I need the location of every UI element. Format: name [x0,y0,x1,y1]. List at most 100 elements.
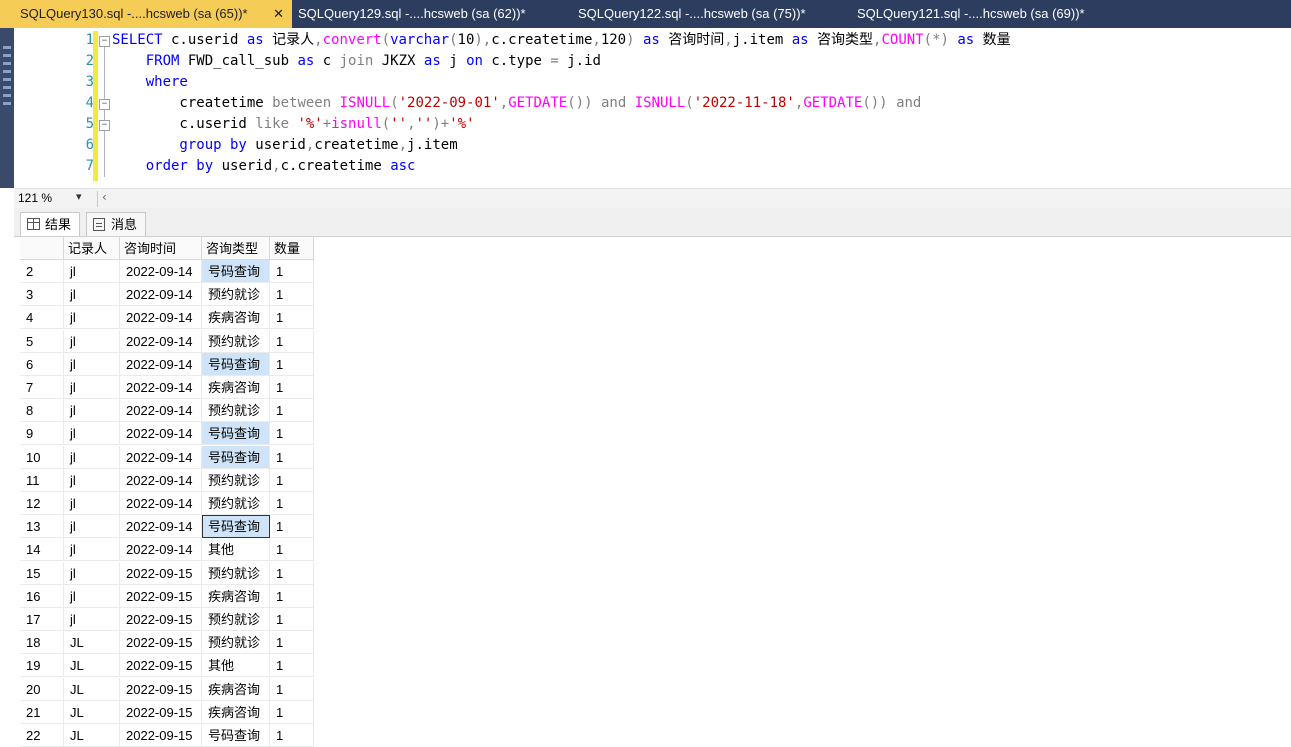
table-row[interactable]: 12 jl 2022-09-14 预约就诊 1 [20,492,314,515]
type-cell[interactable]: 其他 [202,654,270,678]
tab-sqlquery121[interactable]: SQLQuery121.sql -....hcsweb (sa (69))* [857,0,1127,28]
time-cell[interactable]: 2022-09-15 [120,700,202,724]
count-cell[interactable]: 1 [270,352,314,376]
table-row[interactable]: 20 JL 2022-09-15 疾病咨询 1 [20,677,314,701]
table-row[interactable]: 13 jl 2022-09-14 号码查询 1 [20,515,314,539]
code-line[interactable]: where [112,72,188,93]
time-cell[interactable]: 2022-09-14 [120,422,202,446]
count-cell[interactable]: 1 [270,515,314,539]
table-row[interactable]: 9 jl 2022-09-14 号码查询 1 [20,422,314,446]
type-cell[interactable]: 预约就诊 [202,631,270,655]
time-cell[interactable]: 2022-09-14 [120,260,202,283]
collapse-icon[interactable]: − [99,120,110,131]
row-number-cell[interactable]: 11 [20,468,64,492]
time-cell[interactable]: 2022-09-14 [120,399,202,423]
row-number-cell[interactable]: 17 [20,608,64,631]
table-row[interactable]: 2 jl 2022-09-14 号码查询 1 [20,260,314,283]
row-number-cell[interactable]: 5 [20,329,64,353]
grid-header-count[interactable]: 数量 [270,237,314,260]
type-cell[interactable]: 预约就诊 [202,283,270,307]
row-number-cell[interactable]: 13 [20,515,64,539]
tab-results[interactable]: 结果 [20,212,81,236]
time-cell[interactable]: 2022-09-14 [120,306,202,330]
count-cell[interactable]: 1 [270,445,314,469]
time-cell[interactable]: 2022-09-14 [120,538,202,562]
time-cell[interactable]: 2022-09-14 [120,376,202,399]
table-row[interactable]: 3 jl 2022-09-14 预约就诊 1 [20,283,314,307]
time-cell[interactable]: 2022-09-15 [120,584,202,608]
row-number-cell[interactable]: 21 [20,700,64,724]
type-cell[interactable]: 疾病咨询 [202,376,270,399]
close-icon[interactable]: ✕ [273,0,284,28]
collapse-icon[interactable]: − [99,36,110,47]
row-number-cell[interactable]: 6 [20,352,64,376]
count-cell[interactable]: 1 [270,700,314,724]
table-row[interactable]: 4 jl 2022-09-14 疾病咨询 1 [20,306,314,330]
code-line[interactable]: group by userid,createtime,j.item [112,135,457,156]
type-cell[interactable]: 疾病咨询 [202,584,270,608]
row-number-cell[interactable]: 15 [20,561,64,585]
row-number-cell[interactable]: 20 [20,677,64,701]
code-line[interactable]: SELECT c.userid as 记录人,convert(varchar(1… [112,30,1011,51]
row-number-cell[interactable]: 16 [20,584,64,608]
time-cell[interactable]: 2022-09-14 [120,283,202,307]
time-cell[interactable]: 2022-09-15 [120,608,202,631]
count-cell[interactable]: 1 [270,492,314,515]
time-cell[interactable]: 2022-09-14 [120,329,202,353]
type-cell[interactable]: 预约就诊 [202,399,270,423]
tab-sqlquery130[interactable]: SQLQuery130.sql -....hcsweb (sa (65))* ✕ [0,0,292,28]
table-row[interactable]: 22 JL 2022-09-15 号码查询 1 [20,724,314,747]
type-cell[interactable]: 预约就诊 [202,329,270,353]
code-line[interactable]: c.userid like '%'+isnull('','')+'%' [112,114,474,135]
recorder-cell[interactable]: jl [64,584,120,608]
recorder-cell[interactable]: JL [64,700,120,724]
table-row[interactable]: 6 jl 2022-09-14 号码查询 1 [20,352,314,376]
row-number-cell[interactable]: 8 [20,399,64,423]
row-number-cell[interactable]: 4 [20,306,64,330]
row-number-cell[interactable]: 14 [20,538,64,562]
count-cell[interactable]: 1 [270,260,314,283]
time-cell[interactable]: 2022-09-14 [120,492,202,515]
type-cell[interactable]: 预约就诊 [202,608,270,631]
table-row[interactable]: 21 JL 2022-09-15 疾病咨询 1 [20,700,314,724]
count-cell[interactable]: 1 [270,376,314,399]
count-cell[interactable]: 1 [270,399,314,423]
type-cell[interactable]: 号码查询 [202,260,270,283]
table-row[interactable]: 11 jl 2022-09-14 预约就诊 1 [20,468,314,492]
type-cell[interactable]: 预约就诊 [202,561,270,585]
recorder-cell[interactable]: jl [64,492,120,515]
recorder-cell[interactable]: jl [64,515,120,539]
tab-sqlquery129[interactable]: SQLQuery129.sql -....hcsweb (sa (62))* [298,0,568,28]
recorder-cell[interactable]: jl [64,376,120,399]
table-row[interactable]: 8 jl 2022-09-14 预约就诊 1 [20,399,314,423]
recorder-cell[interactable]: jl [64,260,120,283]
query-editor[interactable]: 1 2 3 4 5 6 7 − − − SELECT c.userid as 记… [14,28,1291,188]
row-number-cell[interactable]: 7 [20,376,64,399]
table-row[interactable]: 10 jl 2022-09-14 号码查询 1 [20,445,314,469]
row-number-cell[interactable]: 12 [20,492,64,515]
recorder-cell[interactable]: JL [64,654,120,678]
recorder-cell[interactable]: jl [64,538,120,562]
grid-header-type[interactable]: 咨询类型 [202,237,270,260]
count-cell[interactable]: 1 [270,329,314,353]
count-cell[interactable]: 1 [270,677,314,701]
type-cell[interactable]: 号码查询 [202,515,270,539]
count-cell[interactable]: 1 [270,724,314,747]
row-number-cell[interactable]: 10 [20,445,64,469]
count-cell[interactable]: 1 [270,468,314,492]
grid-header-time[interactable]: 咨询时间 [120,237,202,260]
table-row[interactable]: 16 jl 2022-09-15 疾病咨询 1 [20,584,314,608]
row-number-cell[interactable]: 18 [20,631,64,655]
table-row[interactable]: 17 jl 2022-09-15 预约就诊 1 [20,608,314,631]
row-number-cell[interactable]: 3 [20,283,64,307]
recorder-cell[interactable]: jl [64,445,120,469]
time-cell[interactable]: 2022-09-15 [120,677,202,701]
time-cell[interactable]: 2022-09-15 [120,654,202,678]
count-cell[interactable]: 1 [270,584,314,608]
recorder-cell[interactable]: jl [64,329,120,353]
code-line[interactable]: createtime between ISNULL('2022-09-01',G… [112,93,921,114]
table-row[interactable]: 19 JL 2022-09-15 其他 1 [20,654,314,678]
scroll-left-icon[interactable]: ‹ [102,190,107,204]
zoom-level[interactable]: 121 % [18,191,52,205]
recorder-cell[interactable]: jl [64,422,120,446]
